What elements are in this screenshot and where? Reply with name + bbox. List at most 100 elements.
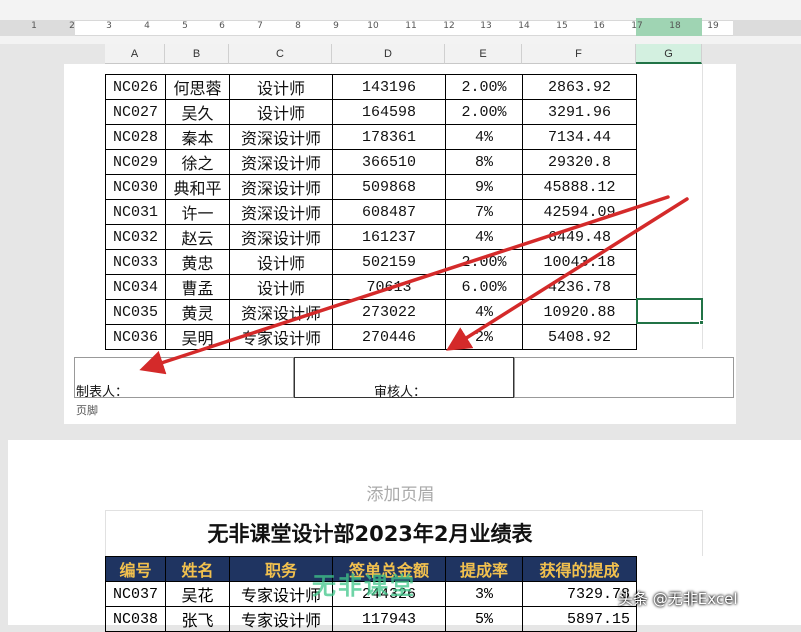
cell-commission[interactable]: 10920.88	[522, 299, 637, 325]
cell-title[interactable]: 资深设计师	[229, 199, 333, 225]
cell-amount[interactable]: 366510	[332, 149, 446, 175]
cell-amount[interactable]: 502159	[332, 249, 446, 275]
column-header-c[interactable]: C	[229, 44, 332, 64]
cell-name[interactable]: 何思蓉	[165, 74, 230, 100]
cell-rate[interactable]: 4%	[445, 124, 523, 150]
cell-name[interactable]: 黄灵	[165, 299, 230, 325]
cell-id[interactable]: NC026	[105, 74, 166, 100]
ruler-number: 18	[669, 21, 681, 31]
cell-amount[interactable]: 608487	[332, 199, 446, 225]
cell-id[interactable]: NC030	[105, 174, 166, 200]
cell-commission[interactable]: 7134.44	[522, 124, 637, 150]
column-header-f[interactable]: F	[522, 44, 636, 64]
cell-rate[interactable]: 6.00%	[445, 274, 523, 300]
cell-rate[interactable]: 9%	[445, 174, 523, 200]
table-row: NC036 吴明 专家设计师 270446 2% 5408.92	[105, 324, 637, 350]
column-header-e[interactable]: E	[445, 44, 522, 64]
cell-amount[interactable]: 161237	[332, 224, 446, 250]
cell-amount[interactable]: 143196	[332, 74, 446, 100]
cell-commission[interactable]: 6449.48	[522, 224, 637, 250]
cell-amount[interactable]: 117943	[332, 606, 446, 632]
cell-rate[interactable]: 5%	[445, 606, 523, 632]
cell-title[interactable]: 资深设计师	[229, 149, 333, 175]
cell-id[interactable]: NC035	[105, 299, 166, 325]
cell-rate[interactable]: 4%	[445, 224, 523, 250]
cell-rate[interactable]: 7%	[445, 199, 523, 225]
cell-title[interactable]: 资深设计师	[229, 224, 333, 250]
cell-id[interactable]: NC038	[105, 606, 166, 632]
ruler-number: 19	[707, 21, 719, 31]
cell-title[interactable]: 资深设计师	[229, 299, 333, 325]
column-header-a[interactable]: A	[105, 44, 165, 64]
column-header-b[interactable]: B	[165, 44, 229, 64]
cell-name[interactable]: 典和平	[165, 174, 230, 200]
cell-commission[interactable]: 45888.12	[522, 174, 637, 200]
cell-id[interactable]: NC037	[105, 581, 166, 607]
add-header-placeholder[interactable]: 添加页眉	[0, 480, 801, 505]
cell-name[interactable]: 吴明	[165, 324, 230, 350]
cell-commission[interactable]: 2863.92	[522, 74, 637, 100]
cell-title[interactable]: 资深设计师	[229, 124, 333, 150]
cell-name[interactable]: 徐之	[165, 149, 230, 175]
cell-name[interactable]: 吴久	[165, 99, 230, 125]
cell-amount[interactable]: 273022	[332, 299, 446, 325]
ruler-number: 14	[518, 21, 530, 31]
cell-id[interactable]: NC032	[105, 224, 166, 250]
cell-commission[interactable]: 5897.15	[522, 606, 637, 632]
cell-id[interactable]: NC027	[105, 99, 166, 125]
cell-amount[interactable]: 509868	[332, 174, 446, 200]
cell-commission[interactable]: 5408.92	[522, 324, 637, 350]
cell-rate[interactable]: 2.00%	[445, 249, 523, 275]
cell-commission[interactable]: 29320.8	[522, 149, 637, 175]
table-row: NC027 吴久 设计师 164598 2.00% 3291.96	[105, 99, 637, 125]
cell-amount[interactable]: 164598	[332, 99, 446, 125]
cell-title[interactable]: 设计师	[229, 99, 333, 125]
cell-name[interactable]: 黄忠	[165, 249, 230, 275]
cell-rate[interactable]: 8%	[445, 149, 523, 175]
cell-title[interactable]: 专家设计师	[229, 606, 333, 632]
cell-name[interactable]: 许一	[165, 199, 230, 225]
cell-commission[interactable]: 42594.09	[522, 199, 637, 225]
cell-rate[interactable]: 2%	[445, 324, 523, 350]
cell-rate[interactable]: 3%	[445, 581, 523, 607]
cell-id[interactable]: NC033	[105, 249, 166, 275]
cell-commission[interactable]: 10043.18	[522, 249, 637, 275]
cell-commission[interactable]: 4236.78	[522, 274, 637, 300]
watermark-logo: 无非课堂	[312, 572, 416, 600]
cell-id[interactable]: NC034	[105, 274, 166, 300]
cell-amount[interactable]: 178361	[332, 124, 446, 150]
ruler-number: 10	[367, 21, 379, 31]
cell-title[interactable]: 设计师	[229, 74, 333, 100]
column-header-g[interactable]: G	[636, 44, 702, 64]
cell-rate[interactable]: 2.00%	[445, 99, 523, 125]
ruler-right-margin	[733, 20, 801, 36]
cell-commission[interactable]: 3291.96	[522, 99, 637, 125]
header-commission: 获得的提成	[522, 556, 637, 582]
footer-right-section[interactable]	[514, 357, 734, 398]
cell-title[interactable]: 设计师	[229, 249, 333, 275]
cell-amount[interactable]: 270446	[332, 324, 446, 350]
column-header-d[interactable]: D	[332, 44, 445, 64]
cell-name[interactable]: 张飞	[165, 606, 230, 632]
cell-rate[interactable]: 2.00%	[445, 74, 523, 100]
horizontal-ruler: 1 2 3 4 5 6 7 8 9 10 11 12 13 14 15 16 17 18 19	[0, 0, 801, 44]
cell-name[interactable]: 曹孟	[165, 274, 230, 300]
cell-id[interactable]: NC031	[105, 199, 166, 225]
fill-handle[interactable]	[699, 320, 704, 325]
cell-title[interactable]: 专家设计师	[229, 324, 333, 350]
cell-name[interactable]: 赵云	[165, 224, 230, 250]
table-row: NC035 黄灵 资深设计师 273022 4% 10920.88	[105, 299, 637, 325]
cell-title[interactable]: 设计师	[229, 274, 333, 300]
cell-id[interactable]: NC029	[105, 149, 166, 175]
cell-id[interactable]: NC028	[105, 124, 166, 150]
ruler-number: 8	[295, 21, 301, 31]
table-row: NC028 秦本 资深设计师 178361 4% 7134.44	[105, 124, 637, 150]
cell-rate[interactable]: 4%	[445, 299, 523, 325]
cell-id[interactable]: NC036	[105, 324, 166, 350]
cell-amount[interactable]: 70613	[332, 274, 446, 300]
cell-name[interactable]: 吴花	[165, 581, 230, 607]
cell-title[interactable]: 资深设计师	[229, 174, 333, 200]
selected-cell[interactable]	[636, 298, 703, 324]
table-row: NC026 何思蓉 设计师 143196 2.00% 2863.92	[105, 74, 637, 100]
cell-name[interactable]: 秦本	[165, 124, 230, 150]
